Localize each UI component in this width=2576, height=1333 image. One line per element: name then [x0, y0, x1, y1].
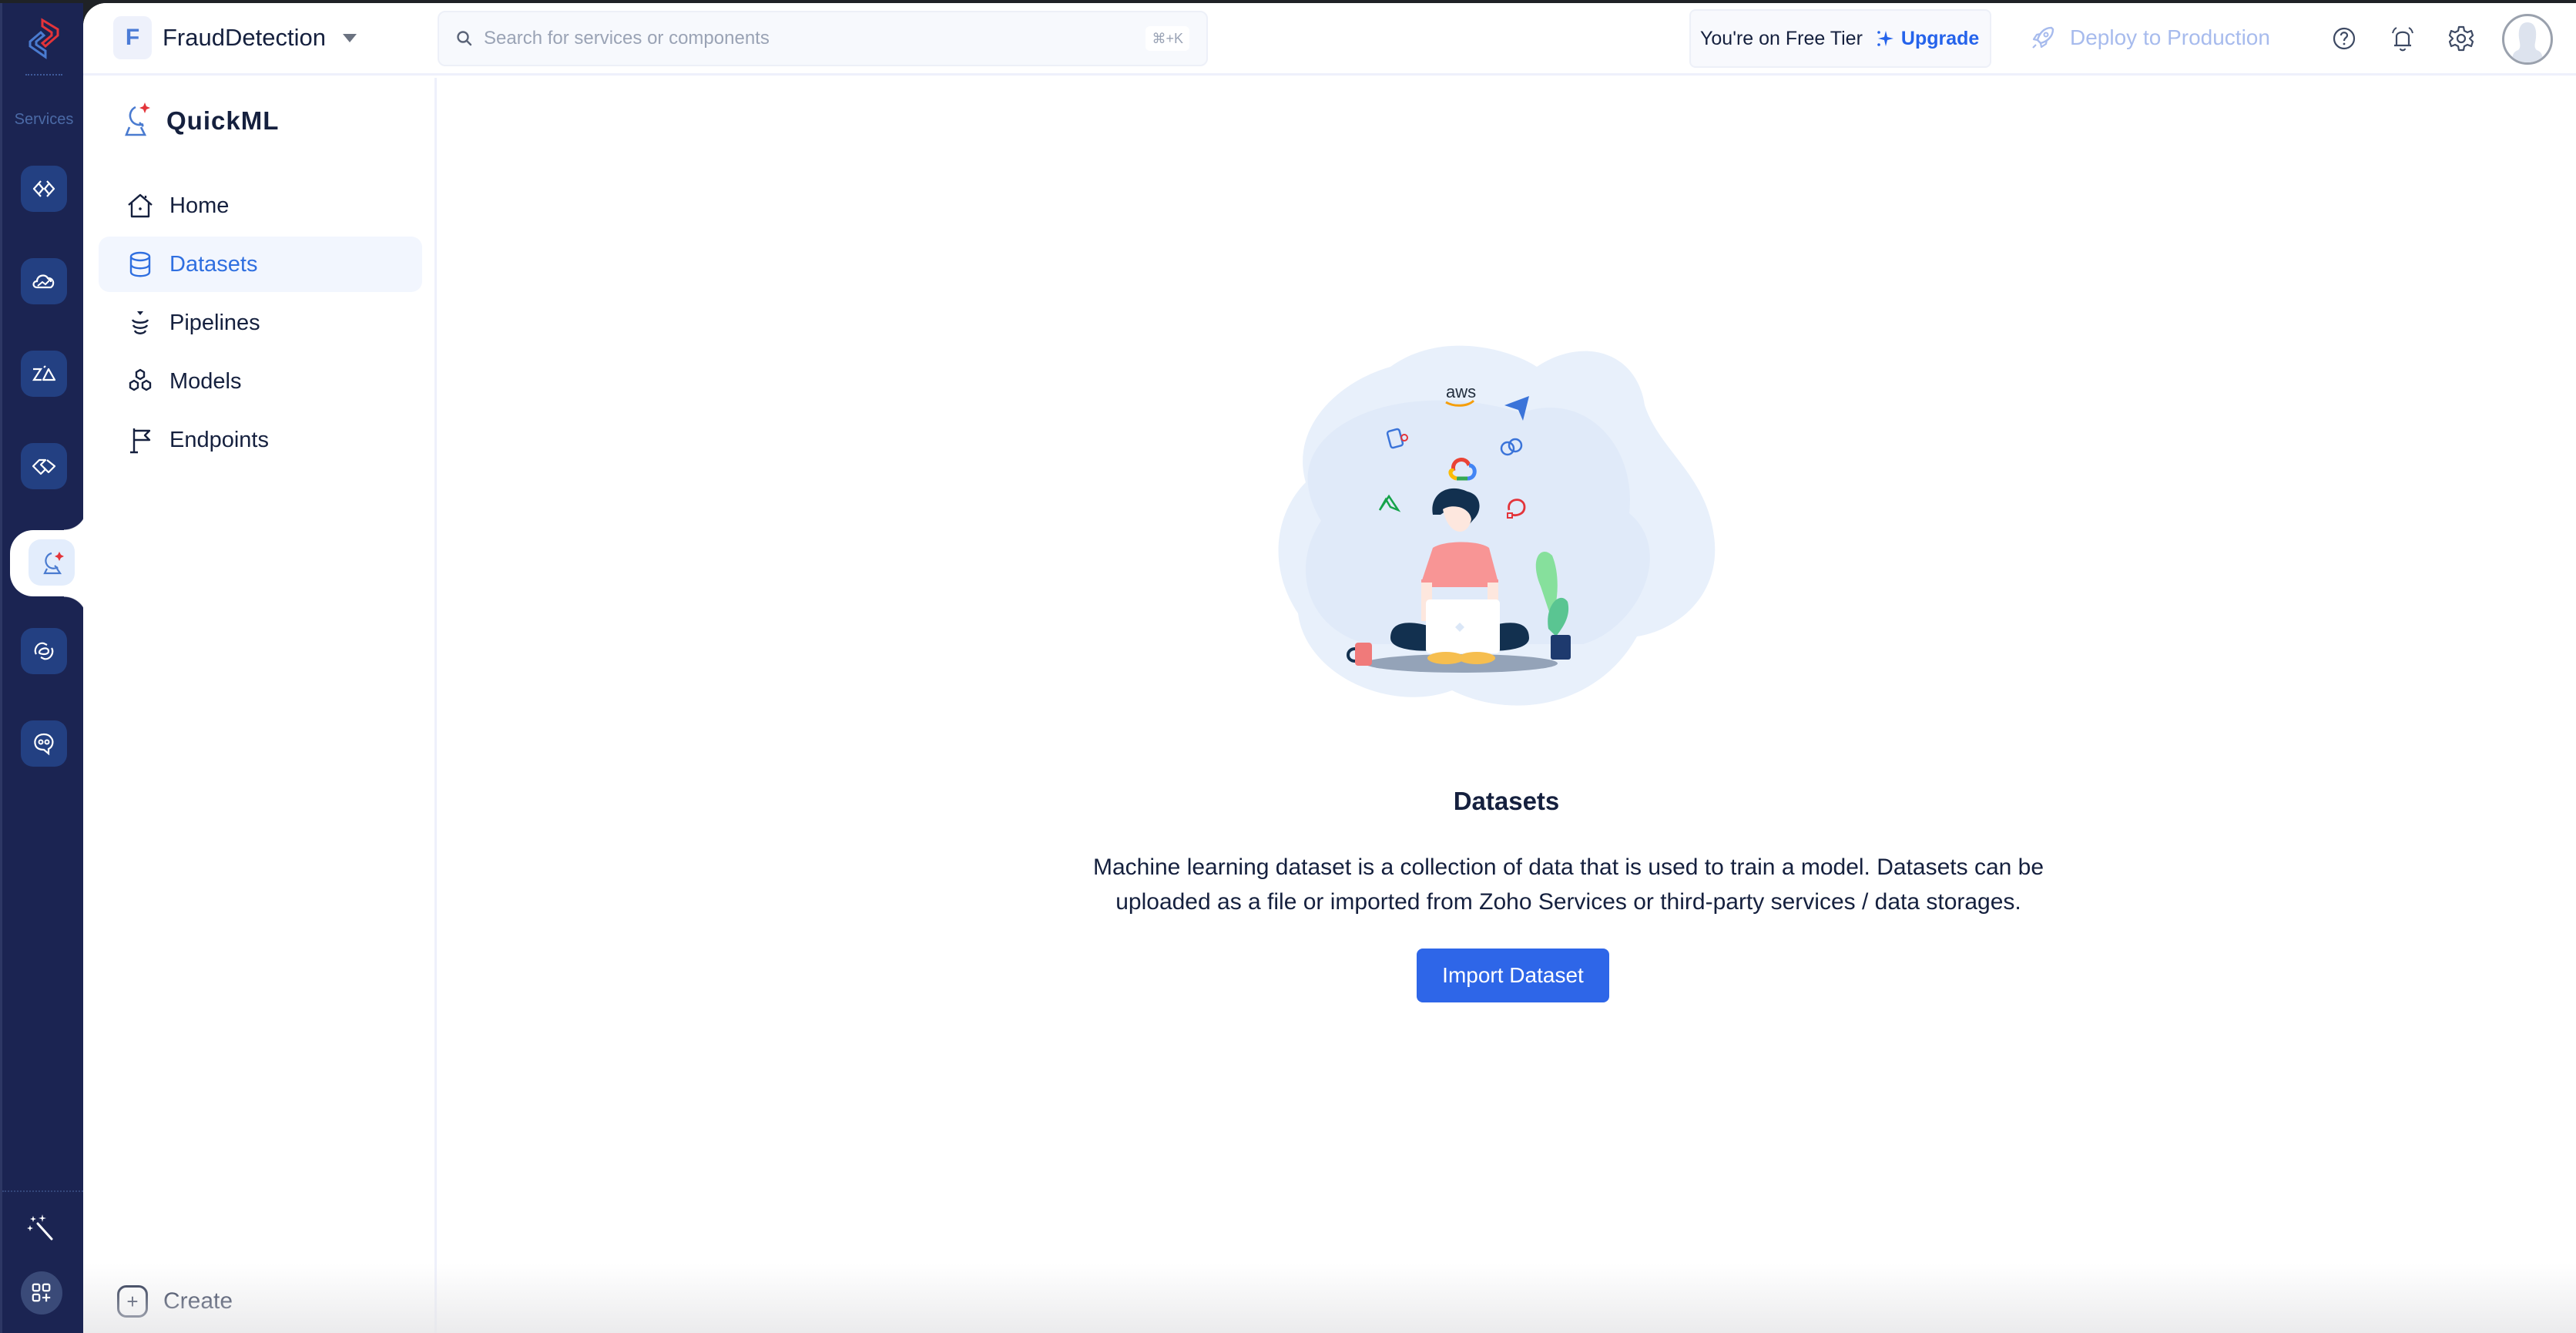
rail-item-link[interactable] — [21, 628, 67, 674]
plus-icon: + — [117, 1285, 148, 1318]
svg-text:aws: aws — [1446, 382, 1476, 401]
import-dataset-button[interactable]: Import Dataset — [1417, 949, 1609, 1002]
sparkle-icon — [1877, 31, 1893, 46]
search-input[interactable] — [484, 28, 1100, 49]
nav-label: Endpoints — [169, 427, 269, 452]
create-button[interactable]: + Create — [117, 1285, 233, 1318]
nav-label: Models — [169, 368, 242, 394]
main-content: aws Datasets Machine learning dataset is… — [437, 78, 2576, 1333]
rail-bottom-divider — [2, 1190, 86, 1192]
deploy-to-production-button[interactable]: Deploy to Production — [2030, 18, 2270, 57]
user-avatar[interactable] — [2502, 14, 2553, 65]
search-icon — [457, 31, 472, 46]
app-title: QuickML — [119, 101, 279, 141]
add-apps-button[interactable] — [21, 1271, 62, 1315]
rail-item-zia[interactable] — [21, 351, 67, 397]
top-header: F FraudDetection ⌘+K You're on Free Tier… — [83, 3, 2576, 76]
empty-state-description: Machine learning dataset is a collection… — [1092, 855, 2044, 915]
app-name: QuickML — [166, 106, 280, 135]
user-silhouette-icon — [2512, 22, 2543, 62]
handshake-icon — [32, 458, 56, 475]
create-label: Create — [163, 1288, 233, 1314]
rail-item-cloud[interactable] — [21, 258, 67, 304]
link-icon — [34, 642, 54, 660]
pipeline-icon — [131, 311, 149, 334]
deploy-label: Deploy to Production — [2070, 25, 2270, 49]
rocket-icon — [2032, 26, 2054, 49]
code-brackets-icon — [32, 180, 55, 197]
quickml-logo-icon — [125, 102, 150, 136]
rail-item-integrations[interactable] — [21, 443, 67, 489]
rail-item-chatbot[interactable] — [21, 720, 67, 767]
chat-bot-icon — [34, 733, 54, 756]
rail-item-code[interactable] — [21, 166, 67, 212]
models-icon — [129, 368, 152, 391]
rail-item-quickml[interactable] — [29, 539, 75, 586]
tier-status-text: You're on Free Tier — [1700, 27, 1863, 49]
quickml-icon — [43, 552, 64, 575]
search-shortcut-hint: ⌘+K — [1145, 26, 1189, 51]
help-icon — [2333, 27, 2356, 50]
nav-item-endpoints[interactable]: Endpoints — [99, 412, 422, 468]
nav-item-pipelines[interactable]: Pipelines — [99, 295, 422, 351]
help-button[interactable] — [2329, 22, 2360, 55]
database-icon — [129, 251, 151, 277]
nav-item-home[interactable]: Home — [99, 178, 422, 233]
zia-icon — [32, 365, 56, 381]
cloud-chart-icon — [32, 274, 55, 289]
catalyst-logo-icon[interactable] — [24, 17, 64, 62]
rail-divider — [25, 74, 62, 76]
services-label: Services — [14, 111, 74, 128]
empty-state-title: Datasets — [1453, 787, 1560, 815]
nav-item-models[interactable]: Models — [99, 354, 422, 409]
rail-active-indicator — [10, 507, 87, 619]
magic-wand-icon[interactable] — [25, 1213, 56, 1244]
nav-label: Home — [169, 193, 230, 218]
project-switcher[interactable]: F FraudDetection — [113, 16, 357, 59]
home-icon — [128, 193, 153, 218]
nav-item-datasets[interactable]: Datasets — [99, 237, 422, 292]
upgrade-link[interactable]: Upgrade — [1901, 28, 1979, 50]
app-window: F FraudDetection ⌘+K You're on Free Tier… — [83, 3, 2576, 1333]
quickml-sidebar: QuickML Home Datasets Pipelines Models E… — [83, 78, 437, 1333]
settings-button[interactable] — [2446, 22, 2477, 55]
empty-state-illustration: aws — [1278, 345, 1716, 706]
services-rail: Services — [0, 3, 87, 1333]
global-search[interactable]: ⌘+K — [438, 11, 1208, 66]
project-initial-badge: F — [113, 16, 152, 59]
project-name: FraudDetection — [163, 24, 326, 51]
flag-icon — [130, 428, 151, 454]
gear-icon — [2448, 25, 2474, 52]
apps-plus-icon — [32, 1283, 51, 1302]
free-tier-banner: You're on Free Tier Upgrade — [1689, 9, 1991, 68]
nav-label: Datasets — [169, 251, 258, 277]
bell-icon — [2392, 27, 2413, 52]
nav-label: Pipelines — [169, 310, 260, 335]
notifications-button[interactable] — [2387, 22, 2418, 55]
caret-down-icon — [342, 33, 357, 42]
